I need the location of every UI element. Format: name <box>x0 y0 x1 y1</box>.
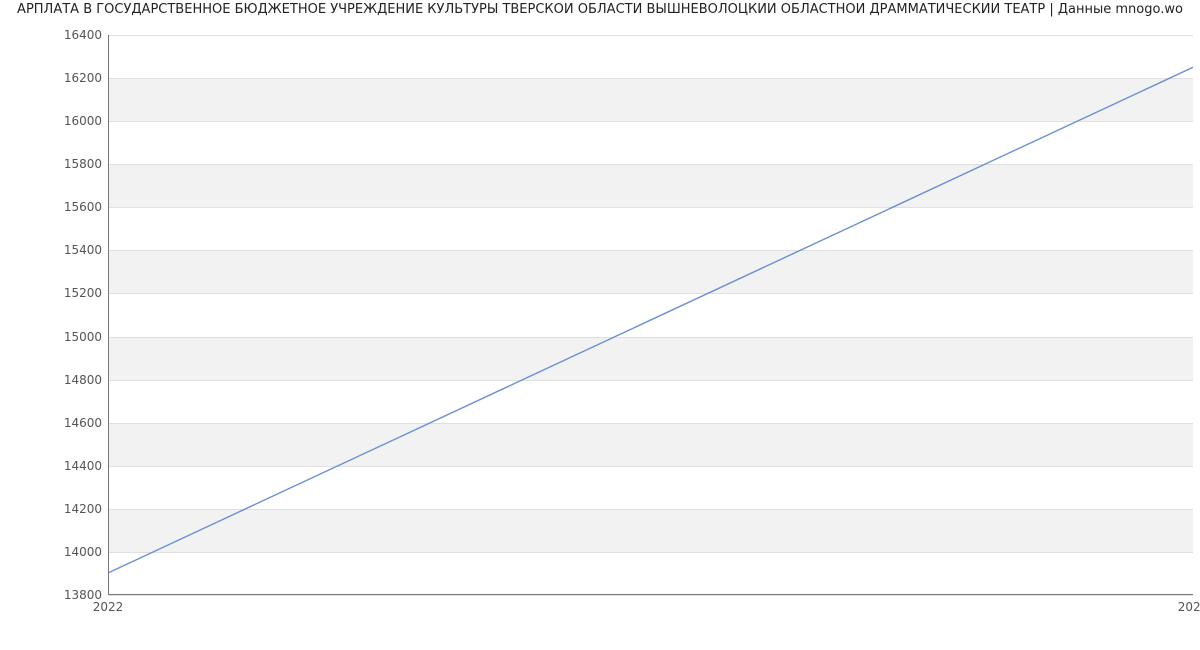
line-layer <box>109 35 1193 594</box>
y-tick-label: 16000 <box>42 114 102 128</box>
y-tick-label: 15400 <box>42 243 102 257</box>
y-tick-label: 16400 <box>42 28 102 42</box>
y-tick-label: 14600 <box>42 416 102 430</box>
x-tick-label: 2022 <box>93 600 124 614</box>
plot-area <box>108 35 1193 595</box>
y-tick-label: 15800 <box>42 157 102 171</box>
y-tick-label: 14400 <box>42 459 102 473</box>
chart-title: АРПЛАТА В ГОСУДАРСТВЕННОЕ БЮДЖЕТНОЕ УЧРЕ… <box>0 2 1200 17</box>
y-tick-label: 15200 <box>42 286 102 300</box>
y-tick-label: 15000 <box>42 330 102 344</box>
x-tick-label: 2023 <box>1178 600 1200 614</box>
y-tick-label: 16200 <box>42 71 102 85</box>
series-line <box>109 67 1193 572</box>
grid-line <box>109 595 1193 596</box>
y-tick-label: 14800 <box>42 373 102 387</box>
y-tick-label: 14000 <box>42 545 102 559</box>
y-tick-label: 15600 <box>42 200 102 214</box>
y-tick-label: 14200 <box>42 502 102 516</box>
